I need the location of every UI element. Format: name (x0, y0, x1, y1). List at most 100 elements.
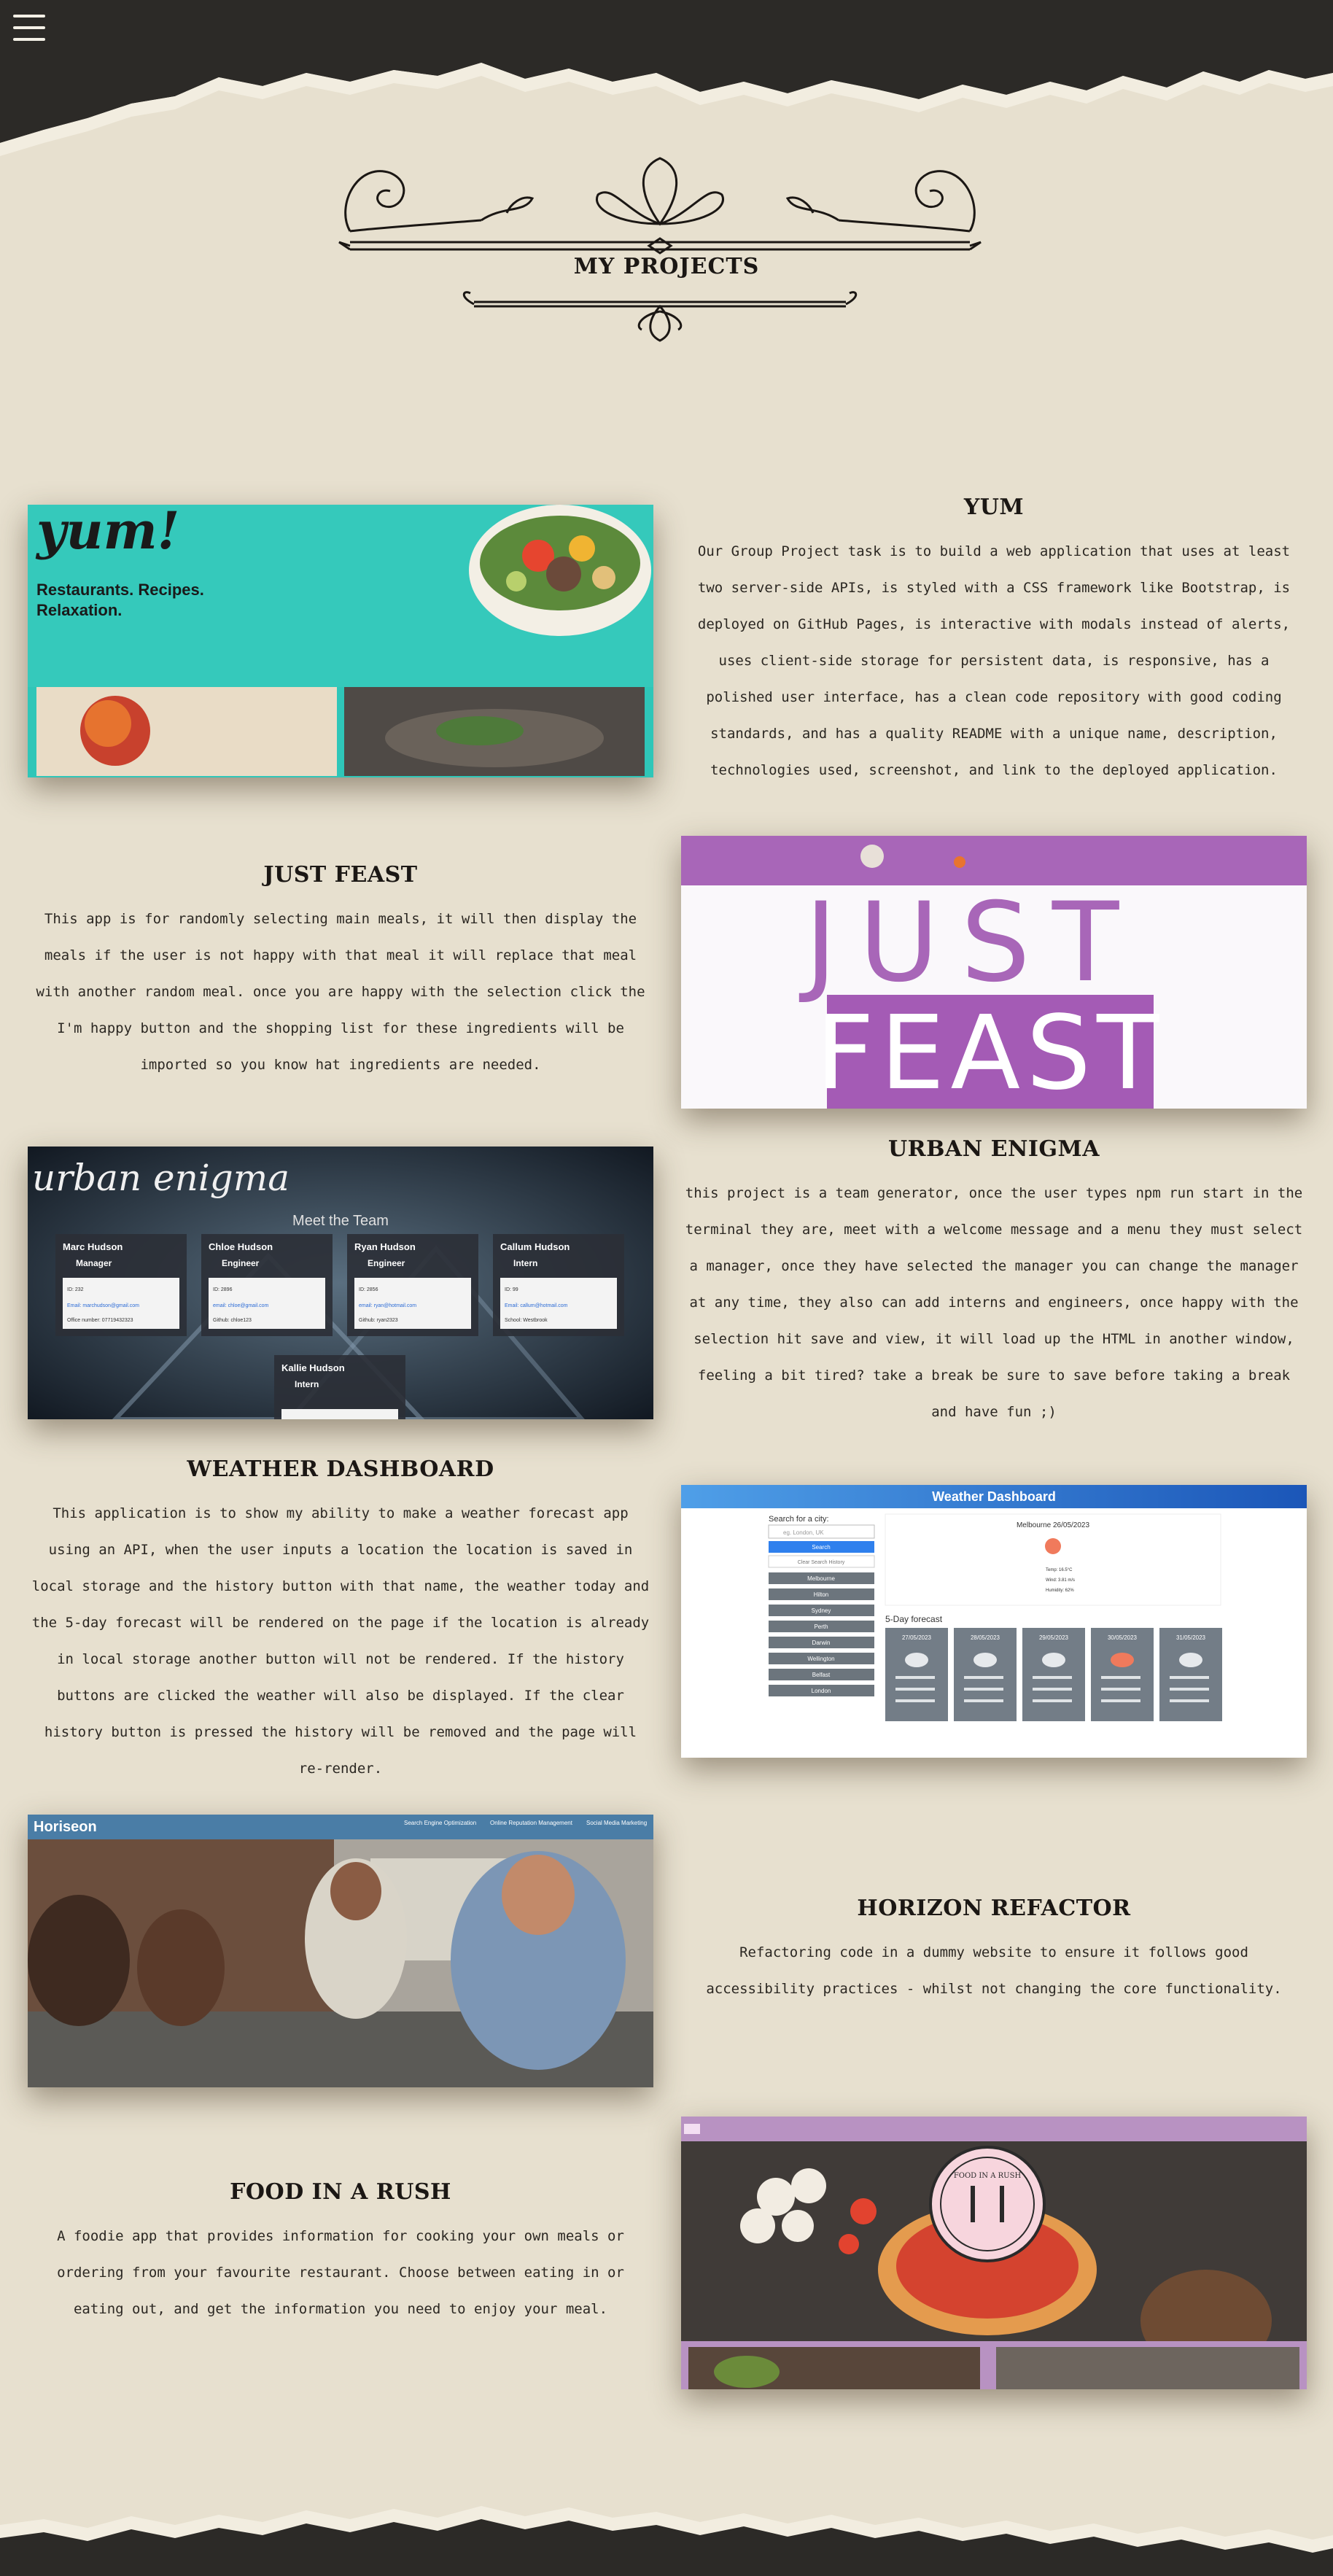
project-title: FOOD IN A RUSH (230, 2179, 451, 2205)
menu-bar (13, 38, 45, 41)
forecast-date: 27/05/2023 (902, 1634, 932, 1641)
forecast-date: 30/05/2023 (1108, 1634, 1138, 1641)
project-description: Our Group Project task is to build a web… (697, 543, 1291, 778)
project-screenshot-just-feast[interactable]: JUST FEAST (681, 836, 1307, 1109)
meet-team-heading: Meet the Team (292, 1213, 389, 1229)
forecast-detail-line (1033, 1699, 1072, 1702)
svg-text:Chloe Hudson: Chloe Hudson (209, 1241, 273, 1252)
project-info-urban-enigma: URBAN ENIGMA this project is a team gene… (681, 1136, 1307, 1420)
project-description: This application is to show my ability t… (31, 1505, 650, 1777)
project-row-yum: yum! Restaurants. Recipes. Relaxation. Y… (28, 494, 1307, 778)
weather-today-title: Melbourne 26/05/2023 (1017, 1521, 1090, 1529)
forecast-detail-line (1170, 1699, 1209, 1702)
svg-text:Humidity: 62%: Humidity: 62% (1046, 1588, 1074, 1593)
cloud-icon (1179, 1653, 1202, 1667)
forecast-detail-line (964, 1688, 1003, 1691)
project-title: URBAN ENIGMA (887, 1136, 1100, 1162)
project-screenshot-urban-enigma[interactable]: urban enigma Meet the Team Marc Hudson M… (28, 1147, 653, 1419)
svg-text:Manager: Manager (76, 1258, 112, 1268)
project-row-weather-dashboard: WEATHER DASHBOARD This application is to… (28, 1456, 1307, 1777)
team-card-chloe: Chloe Hudson Engineer ID: 2896 email: ch… (201, 1234, 333, 1336)
forecast-detail-line (895, 1699, 935, 1702)
hamburger-menu-icon[interactable] (13, 10, 45, 45)
forecast-detail-line (1170, 1688, 1209, 1691)
svg-text:Callum Hudson: Callum Hudson (500, 1241, 570, 1252)
forecast-detail-line (964, 1699, 1003, 1702)
forecast-card (1091, 1628, 1154, 1721)
project-description: This app is for randomly selecting main … (36, 910, 645, 1073)
team-card-callum: Callum Hudson Intern ID: 99 Email: callu… (493, 1234, 624, 1336)
project-info-yum: YUM Our Group Project task is to build a… (681, 494, 1307, 778)
project-screenshot-horizon-refactor[interactable]: Horiseon Search Engine Optimization Onli… (28, 1815, 653, 2087)
forecast-detail-line (1101, 1688, 1140, 1691)
project-description: this project is a team generator, once t… (685, 1184, 1303, 1420)
forecast-detail-line (964, 1676, 1003, 1679)
project-screenshot-weather-dashboard[interactable]: Weather Dashboard Search for a city: eg.… (681, 1485, 1307, 1758)
cloud-icon (905, 1653, 928, 1667)
project-title: WEATHER DASHBOARD (187, 1456, 494, 1482)
cloud-icon (1042, 1653, 1065, 1667)
horiseon-nav-reputation: Online Reputation Management (490, 1820, 573, 1826)
project-screenshot-food-in-a-rush[interactable]: FOOD IN A RUSH (681, 2117, 1307, 2389)
team-card-marc: Marc Hudson Manager ID: 232 Email: march… (55, 1234, 187, 1336)
weather-header-title: Weather Dashboard (932, 1489, 1056, 1504)
project-title: HORIZON REFACTOR (857, 1895, 1131, 1921)
svg-text:email: chloe@gmail.com: email: chloe@gmail.com (213, 1303, 269, 1308)
forecast-date: 28/05/2023 (971, 1634, 1000, 1641)
menu-bar (13, 26, 45, 29)
forecast-detail-line (1170, 1676, 1209, 1679)
project-row-just-feast: JUST FEAST This app is for randomly sele… (28, 836, 1307, 1109)
forecast-detail-line (1101, 1699, 1140, 1702)
sun-icon (1111, 1653, 1134, 1667)
svg-text:Email: callum@hotmail.com: Email: callum@hotmail.com (505, 1303, 568, 1308)
team-card-kallie: Kallie Hudson Intern (274, 1355, 405, 1419)
forecast-date: 29/05/2023 (1039, 1634, 1069, 1641)
weather-history-label: Melbourne (807, 1575, 835, 1582)
svg-text:Intern: Intern (295, 1379, 319, 1389)
forecast-card (1159, 1628, 1222, 1721)
svg-text:Temp: 16.5°C: Temp: 16.5°C (1046, 1568, 1073, 1572)
horiseon-nav-social: Social Media Marketing (586, 1820, 647, 1826)
weather-clear-button: Clear Search History (798, 1560, 845, 1565)
project-row-food-in-a-rush: FOOD IN A RUSH A foodie app that provide… (28, 2117, 1307, 2389)
svg-text:ID: 2896: ID: 2896 (213, 1287, 233, 1292)
forecast-detail-line (895, 1676, 935, 1679)
cloud-icon (973, 1653, 997, 1667)
project-title: JUST FEAST (263, 861, 418, 888)
svg-text:Github: ryan2323: Github: ryan2323 (359, 1318, 398, 1323)
weather-forecast-title: 5-Day forecast (885, 1614, 943, 1624)
page-title: MY PROJECTS (573, 254, 760, 279)
forecast-detail-line (1033, 1688, 1072, 1691)
project-info-weather-dashboard: WEATHER DASHBOARD This application is to… (28, 1456, 653, 1777)
feast-word: FEAST (815, 994, 1165, 1109)
torn-paper-top-decoration (0, 0, 1333, 156)
project-row-urban-enigma: urban enigma Meet the Team Marc Hudson M… (28, 1136, 1307, 1420)
urban-enigma-logo: urban enigma (32, 1157, 289, 1199)
team-card-ryan: Ryan Hudson Engineer ID: 2856 email: rya… (347, 1234, 478, 1336)
project-screenshot-yum[interactable]: yum! Restaurants. Recipes. Relaxation. (28, 505, 653, 777)
project-info-horizon-refactor: HORIZON REFACTOR Refactoring code in a d… (681, 1815, 1307, 2087)
forecast-detail-line (1033, 1676, 1072, 1679)
horiseon-logo: Horiseon (34, 1819, 97, 1835)
forecast-detail-line (1101, 1676, 1140, 1679)
svg-text:Engineer: Engineer (368, 1258, 405, 1268)
weather-history-label: Sydney (812, 1607, 831, 1614)
menu-bar (13, 15, 45, 18)
torn-paper-bottom-decoration (0, 2506, 1333, 2576)
forecast-card (1022, 1628, 1085, 1721)
weather-history-label: Belfast (812, 1672, 831, 1678)
forecast-card (885, 1628, 948, 1721)
yum-tagline-2: Relaxation. (36, 601, 122, 619)
weather-history-label: Darwin (812, 1640, 831, 1646)
svg-text:Intern: Intern (513, 1258, 537, 1268)
forecast-card (954, 1628, 1017, 1721)
weather-search-label: Search for a city: (769, 1515, 829, 1524)
weather-history-label: Wellington (807, 1656, 834, 1662)
svg-text:Marc Hudson: Marc Hudson (63, 1241, 123, 1252)
project-description: Refactoring code in a dummy website to e… (706, 1944, 1282, 1997)
project-description: A foodie app that provides information f… (57, 2227, 624, 2317)
svg-text:Wind: 3.81 m/s: Wind: 3.81 m/s (1046, 1578, 1075, 1583)
yum-logo-text: yum! (35, 505, 179, 561)
svg-text:Email: marchudson@gmail.com: Email: marchudson@gmail.com (67, 1303, 139, 1308)
horiseon-nav-seo: Search Engine Optimization (404, 1820, 476, 1826)
